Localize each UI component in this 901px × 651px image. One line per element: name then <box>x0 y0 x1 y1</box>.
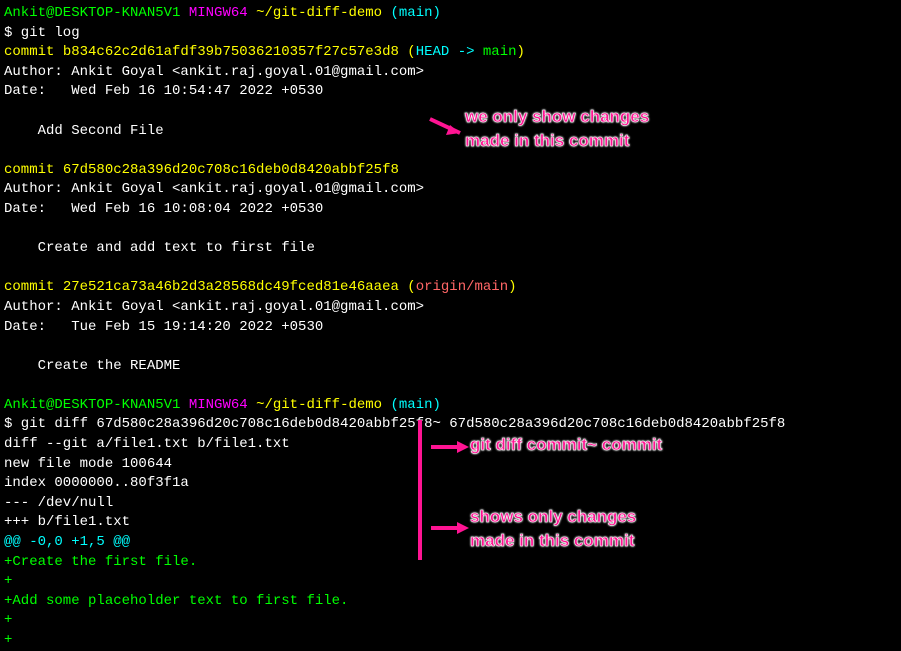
arrow-icon <box>429 518 469 538</box>
author-line: Author: Ankit Goyal <ankit.raj.goyal.01@… <box>4 298 897 318</box>
date-line: Date: Wed Feb 16 10:08:04 2022 +0530 <box>4 200 897 220</box>
commit-msg: Create and add text to first file <box>4 239 897 259</box>
commit-line: commit 27e521ca73a46b2d3a28568dc49fced81… <box>4 278 897 298</box>
author-line: Author: Ankit Goyal <ankit.raj.goyal.01@… <box>4 180 897 200</box>
date-line: Date: Tue Feb 15 19:14:20 2022 +0530 <box>4 318 897 338</box>
env: MINGW64 <box>189 5 248 21</box>
commit-hash: 67d580c28a396d20c708c16deb0d8420abbf25f8 <box>63 162 399 178</box>
diff-add: +Add some placeholder text to first file… <box>4 592 897 612</box>
prompt-line: Ankit@DESKTOP-KNAN5V1 MINGW64 ~/git-diff… <box>4 4 897 24</box>
prompt-line: Ankit@DESKTOP-KNAN5V1 MINGW64 ~/git-diff… <box>4 396 897 416</box>
commit-hash: b834c62c2d61afdf39b75036210357f27c57e3d8 <box>63 44 399 60</box>
branch-ref: main <box>483 44 517 60</box>
diff-minus: --- /dev/null <box>4 494 897 514</box>
user-host: Ankit@DESKTOP-KNAN5V1 <box>4 397 180 413</box>
annotation-text: we only show changes made in this commit <box>465 105 649 153</box>
date-line: Date: Wed Feb 16 10:54:47 2022 +0530 <box>4 82 897 102</box>
terminal-output[interactable]: Ankit@DESKTOP-KNAN5V1 MINGW64 ~/git-diff… <box>4 4 897 651</box>
annotation-bar <box>418 420 422 560</box>
command: $ git log <box>4 24 897 44</box>
diff-add: + <box>4 572 897 592</box>
arrow-icon <box>429 437 469 457</box>
diff-add: + <box>4 611 897 631</box>
annotation-text: shows only changes made in this commit <box>470 505 636 553</box>
path: ~/git-diff-demo <box>256 5 382 21</box>
head-ref: HEAD -> <box>416 44 483 60</box>
remote-ref: origin/main <box>416 279 508 295</box>
env: MINGW64 <box>189 397 248 413</box>
user-host: Ankit@DESKTOP-KNAN5V1 <box>4 5 180 21</box>
commit-line: commit b834c62c2d61afdf39b75036210357f27… <box>4 43 897 63</box>
author-line: Author: Ankit Goyal <ankit.raj.goyal.01@… <box>4 63 897 83</box>
branch: (main) <box>391 397 441 413</box>
arrow-icon <box>422 115 462 139</box>
diff-add: + <box>4 631 897 651</box>
commit-msg: Create the README <box>4 357 897 377</box>
commit-hash: 27e521ca73a46b2d3a28568dc49fced81e46aaea <box>63 279 399 295</box>
path: ~/git-diff-demo <box>256 397 382 413</box>
branch: (main) <box>391 5 441 21</box>
diff-newfile: new file mode 100644 <box>4 455 897 475</box>
commit-line: commit 67d580c28a396d20c708c16deb0d8420a… <box>4 161 897 181</box>
command: $ git diff 67d580c28a396d20c708c16deb0d8… <box>4 415 897 435</box>
annotation-text: git diff commit~ commit <box>470 433 662 457</box>
diff-add: +Create the first file. <box>4 553 897 573</box>
diff-index: index 0000000..80f3f1a <box>4 474 897 494</box>
